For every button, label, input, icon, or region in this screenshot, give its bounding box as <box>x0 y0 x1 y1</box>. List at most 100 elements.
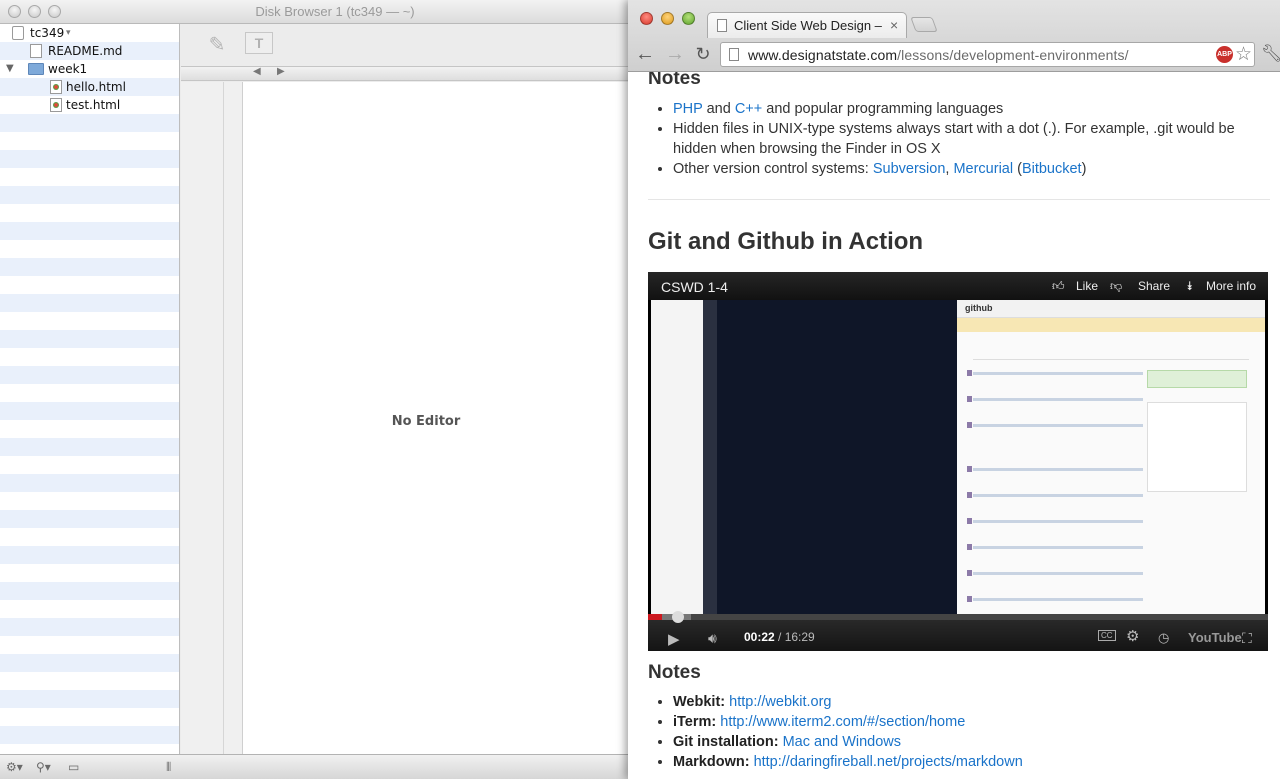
resize-handle-icon[interactable]: ⦀ <box>166 758 171 776</box>
play-icon[interactable]: ▶ <box>668 630 680 648</box>
chevron-down-icon[interactable]: ▾ <box>66 24 71 42</box>
no-editor-label: No Editor <box>391 414 461 429</box>
gear-icon[interactable]: ⚙▾ <box>6 758 23 776</box>
tree-item-test[interactable]: test.html <box>0 96 179 114</box>
tree-item-week1[interactable]: ▼ week1 <box>0 60 179 78</box>
panel-toggle-icon[interactable]: ▭ <box>68 758 79 776</box>
git-installation-link[interactable]: Mac and Windows <box>783 734 901 750</box>
captions-icon[interactable]: CC <box>1098 630 1116 641</box>
editor-toolbar: ✎ T <box>181 24 640 66</box>
file-icon <box>30 44 42 58</box>
text-format-icon[interactable]: T <box>245 32 273 54</box>
forward-arrow-icon[interactable]: ▶ <box>277 66 285 77</box>
github-header: github <box>957 300 1265 318</box>
page-icon <box>717 19 727 32</box>
feed-item <box>967 596 1143 602</box>
close-icon[interactable]: × <box>890 17 898 33</box>
mercurial-link[interactable]: Mercurial <box>953 161 1013 177</box>
video-player[interactable]: github CSWD 1-4 👍︎ Like 👎︎ Share ⯯ More … <box>648 272 1268 651</box>
webkit-link[interactable]: http://webkit.org <box>729 694 831 710</box>
video-github-page: github <box>957 300 1265 614</box>
page-icon <box>729 48 739 61</box>
notes-heading: Notes <box>648 662 701 683</box>
gear-icon[interactable]: ⚙ <box>1126 627 1139 645</box>
list-text: ) <box>1081 161 1087 177</box>
github-sidebar-box <box>1147 370 1247 388</box>
tree-item-readme[interactable]: README.md <box>0 42 179 60</box>
list-item: Webkit: http://webkit.org <box>673 692 1263 712</box>
more-info-button[interactable]: More info <box>1206 279 1256 293</box>
video-progress-bar[interactable] <box>648 611 1268 623</box>
new-tab-button[interactable] <box>910 17 938 32</box>
editor-nav-strip: ◀ ▶ <box>181 66 640 81</box>
back-arrow-icon[interactable]: ◀ <box>253 66 261 77</box>
tree-root[interactable]: tc349 ▾ <box>0 24 179 42</box>
thumbs-up-icon[interactable]: 👍︎ <box>1052 279 1065 294</box>
video-frame[interactable]: github <box>651 300 1265 614</box>
zoom-window-button[interactable] <box>682 12 695 25</box>
reload-icon[interactable]: ↻ <box>692 44 714 64</box>
feed-item <box>967 466 1143 472</box>
adblock-icon[interactable]: ABP <box>1216 46 1233 63</box>
fullscreen-icon[interactable]: ⛶ <box>1242 630 1252 647</box>
back-arrow-icon[interactable]: ← <box>634 44 656 64</box>
github-logo: github <box>965 303 993 313</box>
folder-icon <box>28 63 44 75</box>
time-display: 00:22 / 16:29 <box>744 630 815 644</box>
current-time: 00:22 <box>744 630 775 644</box>
youtube-logo[interactable]: YouTube <box>1188 630 1242 645</box>
minimize-window-button[interactable] <box>661 12 674 25</box>
disclosure-triangle-icon[interactable]: ▼ <box>6 60 14 78</box>
url-host: www.designatstate.com <box>748 47 898 63</box>
volume-icon[interactable]: 🔊︎ <box>708 630 717 647</box>
list-label: Webkit: <box>673 694 726 710</box>
tab-title: Client Side Web Design – TC <box>734 18 884 33</box>
address-bar[interactable]: www.designatstate.com/lessons/developmen… <box>720 42 1255 67</box>
php-link[interactable]: PHP <box>673 101 703 117</box>
chevron-down-icon[interactable]: ⯯ <box>1186 279 1193 294</box>
like-button[interactable]: Like <box>1076 279 1098 293</box>
html-file-icon <box>50 98 62 112</box>
thumbs-down-icon[interactable]: 👎︎ <box>1110 279 1122 294</box>
disk-browser-window: Disk Browser 1 (tc349 — ~) tc349 ▾ READM… <box>0 0 640 779</box>
browser-chrome: Client Side Web Design – TC × ← → ↻ www.… <box>628 0 1280 72</box>
feed-item <box>967 492 1143 498</box>
url-text: www.designatstate.com/lessons/developmen… <box>748 47 1129 63</box>
tree-item-hello[interactable]: hello.html <box>0 78 179 96</box>
list-item: Other version control systems: Subversio… <box>673 159 1263 179</box>
github-repositories-box <box>1147 402 1247 492</box>
folder-icon <box>12 26 24 40</box>
bitbucket-link[interactable]: Bitbucket <box>1022 161 1082 177</box>
markdown-link[interactable]: http://daringfireball.net/projects/markd… <box>754 754 1023 770</box>
browser-window: Client Side Web Design – TC × ← → ↻ www.… <box>628 0 1280 779</box>
list-label: Markdown: <box>673 754 750 770</box>
watch-later-icon[interactable]: ◷ <box>1158 630 1169 646</box>
close-window-button[interactable] <box>640 12 653 25</box>
subversion-link[interactable]: Subversion <box>873 161 946 177</box>
list-item: iTerm: http://www.iterm2.com/#/section/h… <box>673 712 1263 732</box>
list-text: and popular programming languages <box>762 101 1004 117</box>
disk-browser-titlebar: Disk Browser 1 (tc349 — ~) <box>0 0 640 24</box>
search-icon[interactable]: ⚲▾ <box>36 758 51 776</box>
github-notice <box>957 318 1265 332</box>
scrubber-handle[interactable] <box>671 611 684 623</box>
tab-client-side-web-design[interactable]: Client Side Web Design – TC × <box>707 12 907 38</box>
video-title[interactable]: CSWD 1-4 <box>661 279 728 295</box>
video-panel <box>703 300 717 614</box>
cpp-link[interactable]: C++ <box>735 101 762 117</box>
feed-item <box>967 544 1143 550</box>
wrench-icon[interactable]: 🔧︎ <box>1261 44 1280 64</box>
pencil-icon[interactable]: ✎ <box>203 32 231 58</box>
window-title: Disk Browser 1 (tc349 — ~) <box>255 4 415 19</box>
share-button[interactable]: Share <box>1138 279 1170 293</box>
disk-browser-bottom-bar: ⚙▾ ⚲▾ ▭ ⦀ <box>0 754 640 779</box>
list-label: iTerm: <box>673 714 717 730</box>
forward-arrow-icon[interactable]: → <box>664 44 686 64</box>
tree-item-label: hello.html <box>66 80 126 94</box>
html-file-icon <box>50 80 62 94</box>
github-tabs <box>973 348 1249 360</box>
iterm-link[interactable]: http://www.iterm2.com/#/section/home <box>720 714 965 730</box>
list-item: Markdown: http://daringfireball.net/proj… <box>673 752 1263 772</box>
bookmark-star-icon[interactable]: ☆ <box>1235 43 1252 66</box>
file-tree[interactable]: tc349 ▾ README.md ▼ week1 hello.html tes… <box>0 24 180 754</box>
